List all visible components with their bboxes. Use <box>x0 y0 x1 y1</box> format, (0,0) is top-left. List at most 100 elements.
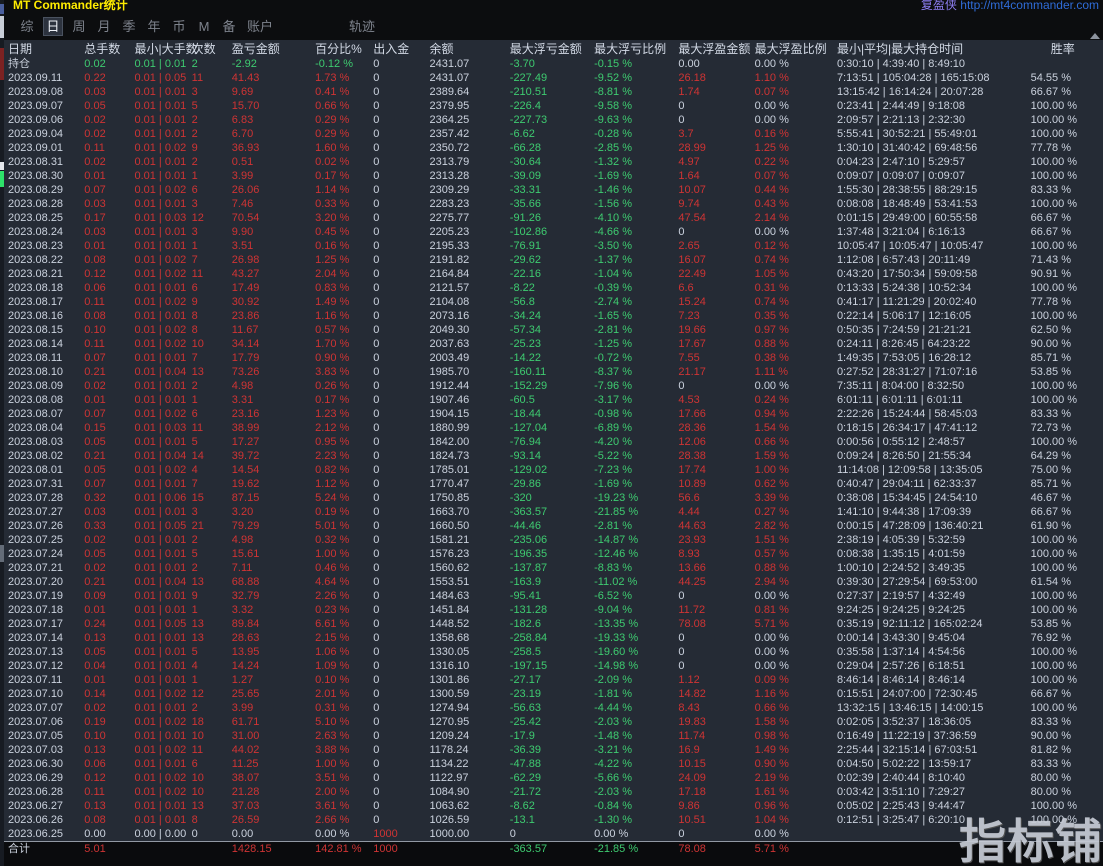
table-row[interactable]: 2023.08.21 0.12 0.01 | 0.02 11 43.27 2.04 % 0 2… <box>4 267 1103 281</box>
cell-min-max-lots: 0.01 | 0.03 <box>134 422 187 434</box>
table-row[interactable]: 2023.08.23 0.01 0.01 | 0.01 1 3.51 0.16 % 0 219… <box>4 239 1103 253</box>
cell-in-out: 0 <box>373 408 380 420</box>
table-row[interactable]: 2023.08.17 0.11 0.01 | 0.02 9 30.92 1.49 % 0 21… <box>4 295 1103 309</box>
table-row[interactable]: 2023.06.26 0.08 0.01 | 0.01 8 26.59 2.66 % 0 10… <box>4 813 1103 827</box>
header-max-float-loss[interactable]: 最大浮亏金额 <box>510 40 594 57</box>
table-row[interactable]: 2023.07.05 0.10 0.01 | 0.01 10 31.00 2.63 % 0 1… <box>4 729 1103 743</box>
tab-月[interactable]: 月 <box>95 18 113 35</box>
header-pct[interactable]: 百分比% <box>315 40 373 57</box>
table-row[interactable]: 2023.07.10 0.14 0.01 | 0.02 12 25.65 2.01 % 0 1… <box>4 687 1103 701</box>
tab-账户[interactable]: 账户 <box>245 18 275 35</box>
table-row[interactable]: 2023.07.03 0.13 0.01 | 0.02 11 44.02 3.88 % 0 1… <box>4 743 1103 757</box>
table-row[interactable]: 2023.08.01 0.05 0.01 | 0.02 4 14.54 0.82 % 0 17… <box>4 463 1103 477</box>
table-row[interactable]: 2023.07.18 0.01 0.01 | 0.01 1 3.32 0.23 % 0 145… <box>4 603 1103 617</box>
table-row[interactable]: 2023.07.07 0.02 0.01 | 0.01 2 3.99 0.31 % 0 127… <box>4 701 1103 715</box>
table-row[interactable]: 2023.08.09 0.02 0.01 | 0.01 2 4.98 0.26 % 0 191… <box>4 379 1103 393</box>
table-row[interactable]: 2023.07.31 0.07 0.01 | 0.01 7 19.62 1.12 % 0 17… <box>4 477 1103 491</box>
table-row[interactable]: 2023.07.19 0.09 0.01 | 0.01 9 32.79 2.26 % 0 14… <box>4 589 1103 603</box>
header-balance[interactable]: 余额 <box>430 40 510 57</box>
table-row[interactable]: 2023.09.04 0.02 0.01 | 0.01 2 6.70 0.29 % 0 235… <box>4 127 1103 141</box>
table-row[interactable]: 2023.08.16 0.08 0.01 | 0.01 8 23.86 1.16 % 0 20… <box>4 309 1103 323</box>
cell-count: 2 <box>191 58 198 70</box>
table-row[interactable]: 2023.08.28 0.03 0.01 | 0.01 3 7.46 0.33 % 0 228… <box>4 197 1103 211</box>
cell-win-rate: 71.43 % <box>1030 254 1071 266</box>
cell-in-out: 0 <box>373 352 380 364</box>
header-max-float-profit-pct[interactable]: 最大浮盈比例 <box>755 40 837 57</box>
header-count[interactable]: 次数 <box>192 40 232 57</box>
header-min-max-lots[interactable]: 最小|大手数 <box>134 40 197 57</box>
cell-pct: 0.33 % <box>315 198 350 210</box>
table-row[interactable]: 2023.07.27 0.03 0.01 | 0.01 3 3.20 0.19 % 0 166… <box>4 505 1103 519</box>
table-row[interactable]: 2023.08.18 0.06 0.01 | 0.01 6 17.49 0.83 % 0 21… <box>4 281 1103 295</box>
tab-备[interactable]: 备 <box>220 18 238 35</box>
table-row[interactable]: 2023.06.30 0.06 0.01 | 0.01 6 11.25 1.00 % 0 11… <box>4 757 1103 771</box>
table-row[interactable]: 2023.09.08 0.03 0.01 | 0.01 3 9.69 0.41 % 0 238… <box>4 85 1103 99</box>
table-row[interactable]: 持仓 0.02 0.01 | 0.01 2 -2.92 -0.12 % 0 2431.07 -3… <box>4 57 1103 71</box>
table-row[interactable]: 2023.08.31 0.02 0.01 | 0.01 2 0.51 0.02 % 0 231… <box>4 155 1103 169</box>
tab-M[interactable]: M <box>195 18 213 35</box>
header-date[interactable]: 日期 <box>4 40 84 57</box>
cell-pnl: 3.20 <box>231 506 254 518</box>
table-row[interactable]: 2023.07.14 0.13 0.01 | 0.01 13 28.63 2.15 % 0 1… <box>4 631 1103 645</box>
table-row[interactable]: 2023.08.07 0.07 0.01 | 0.02 6 23.16 1.23 % 0 19… <box>4 407 1103 421</box>
brand-url-link[interactable]: http://mt4commander.com <box>960 0 1099 12</box>
header-win-rate[interactable]: 胜率 <box>1023 40 1103 57</box>
header-max-float-loss-pct[interactable]: 最大浮亏比例 <box>594 40 678 57</box>
table-row[interactable]: 2023.09.11 0.22 0.01 | 0.05 11 41.43 1.73 % 0 2… <box>4 71 1103 85</box>
table-row[interactable]: 2023.07.13 0.05 0.01 | 0.01 5 13.95 1.06 % 0 13… <box>4 645 1103 659</box>
header-pnl[interactable]: 盈亏金额 <box>232 40 315 57</box>
table-row[interactable]: 2023.07.12 0.04 0.01 | 0.01 4 14.24 1.09 % 0 13… <box>4 659 1103 673</box>
cell-count: 2 <box>191 702 198 714</box>
table-row[interactable]: 2023.08.08 0.01 0.01 | 0.01 1 3.31 0.17 % 0 190… <box>4 393 1103 407</box>
cell-total-lots: 0.15 <box>84 422 106 434</box>
tab-季[interactable]: 季 <box>120 18 138 35</box>
cell-max-float-profit-pct: 0.81 % <box>754 604 789 616</box>
table-row[interactable]: 2023.08.24 0.03 0.01 | 0.01 3 9.90 0.45 % 0 220… <box>4 225 1103 239</box>
header-max-float-profit[interactable]: 最大浮盈金额 <box>678 40 754 57</box>
tab-币[interactable]: 币 <box>170 18 188 35</box>
table-row[interactable]: 2023.07.17 0.24 0.01 | 0.05 13 89.84 6.61 % 0 1… <box>4 617 1103 631</box>
tab-综[interactable]: 综 <box>18 18 36 35</box>
table-row[interactable]: 2023.07.21 0.02 0.01 | 0.01 2 7.11 0.46 % 0 156… <box>4 561 1103 575</box>
table-row[interactable]: 2023.08.25 0.17 0.01 | 0.03 12 70.54 3.20 % 0 2… <box>4 211 1103 225</box>
table-row[interactable]: 2023.07.25 0.02 0.01 | 0.01 2 4.98 0.32 % 0 158… <box>4 533 1103 547</box>
scroll-up-icon[interactable] <box>1090 33 1100 39</box>
tab-年[interactable]: 年 <box>145 18 163 35</box>
table-row[interactable]: 2023.08.04 0.15 0.01 | 0.03 11 38.99 2.12 % 0 1… <box>4 421 1103 435</box>
table-row[interactable]: 2023.06.25 0.00 0.00 | 0.00 0 0.00 0.00 % 1000… <box>4 827 1103 842</box>
table-row[interactable]: 2023.09.01 0.11 0.01 | 0.02 9 36.93 1.60 % 0 23… <box>4 141 1103 155</box>
table-row[interactable]: 2023.08.14 0.11 0.01 | 0.02 10 34.14 1.70 % 0 2… <box>4 337 1103 351</box>
header-holding-time[interactable]: 最小|平均|最大持仓时间 <box>837 40 1023 57</box>
brand-name: 复盈侠 <box>920 0 957 12</box>
tab-周[interactable]: 周 <box>70 18 88 35</box>
table-row[interactable]: 2023.08.10 0.21 0.01 | 0.04 13 73.26 3.83 % 0 1… <box>4 365 1103 379</box>
table-row[interactable]: 2023.08.22 0.08 0.01 | 0.02 7 26.98 1.25 % 0 21… <box>4 253 1103 267</box>
table-row[interactable]: 2023.07.11 0.01 0.01 | 0.01 1 1.27 0.10 % 0 130… <box>4 673 1103 687</box>
tab-trajectory[interactable]: 轨迹 <box>347 18 377 35</box>
header-row: 日期 总手数 最小|大手数 次数 盈亏金额 百分比% 出入金 余额 最大浮亏金额 最大浮亏比例 最大… <box>4 40 1103 57</box>
table-row[interactable]: 2023.07.26 0.33 0.01 | 0.05 21 79.29 5.01 % 0 1… <box>4 519 1103 533</box>
table-row[interactable]: 2023.07.24 0.05 0.01 | 0.01 5 15.61 1.00 % 0 15… <box>4 547 1103 561</box>
cell-max-float-profit: 8.93 <box>678 548 700 560</box>
table-row[interactable]: 2023.07.28 0.32 0.01 | 0.06 15 87.15 5.24 % 0 1… <box>4 491 1103 505</box>
header-total-lots[interactable]: 总手数 <box>84 40 134 57</box>
table-row[interactable]: 2023.06.29 0.12 0.01 | 0.02 10 38.07 3.51 % 0 1… <box>4 771 1103 785</box>
table-row[interactable]: 2023.06.28 0.11 0.01 | 0.02 10 21.28 2.00 % 0 1… <box>4 785 1103 799</box>
table-row[interactable]: 2023.08.03 0.05 0.01 | 0.01 5 17.27 0.95 % 0 18… <box>4 435 1103 449</box>
table-row[interactable]: 2023.07.06 0.19 0.01 | 0.02 18 61.71 5.10 % 0 1… <box>4 715 1103 729</box>
table-row[interactable]: 2023.08.30 0.01 0.01 | 0.01 1 3.99 0.17 % 0 231… <box>4 169 1103 183</box>
table-row[interactable]: 2023.09.07 0.05 0.01 | 0.01 5 15.70 0.66 % 0 23… <box>4 99 1103 113</box>
cell-in-out: 0 <box>373 436 380 448</box>
table-row[interactable]: 2023.08.11 0.07 0.01 | 0.01 7 17.79 0.90 % 0 20… <box>4 351 1103 365</box>
table-row[interactable]: 2023.08.15 0.10 0.01 | 0.02 8 11.67 0.57 % 0 20… <box>4 323 1103 337</box>
cell-max-float-loss: -18.44 <box>509 408 541 420</box>
tab-日[interactable]: 日 <box>43 16 63 36</box>
table-row[interactable]: 2023.07.20 0.21 0.01 | 0.04 13 68.88 4.64 % 0 1… <box>4 575 1103 589</box>
table-row[interactable]: 2023.08.29 0.07 0.01 | 0.02 6 26.06 1.14 % 0 23… <box>4 183 1103 197</box>
header-in-out[interactable]: 出入金 <box>373 40 429 57</box>
cell-count: 4 <box>191 660 198 672</box>
table-row[interactable]: 2023.09.06 0.02 0.01 | 0.01 2 6.83 0.29 % 0 236… <box>4 113 1103 127</box>
table-row[interactable]: 2023.08.02 0.21 0.01 | 0.04 14 39.72 2.23 % 0 1… <box>4 449 1103 463</box>
cell-holding-time: 0:08:38 | 1:35:15 | 4:01:59 <box>836 548 965 560</box>
table-row[interactable]: 2023.06.27 0.13 0.01 | 0.01 13 37.03 3.61 % 0 1… <box>4 799 1103 813</box>
